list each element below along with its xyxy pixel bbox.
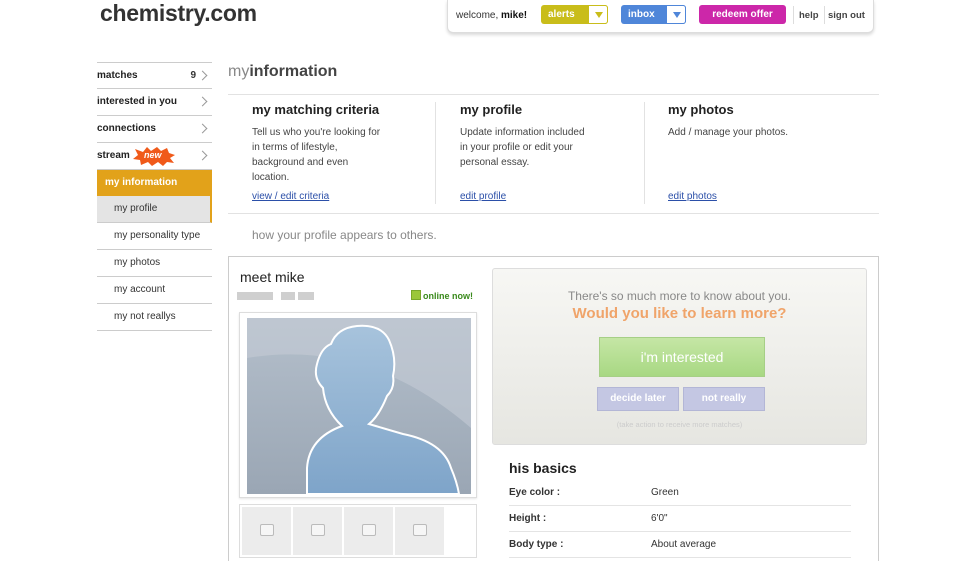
basics-key: Eye color : [509, 487, 561, 498]
online-indicator-icon [411, 290, 421, 300]
profile-name-heading: meet mike [240, 269, 305, 285]
sidebar-item-label: stream [97, 150, 130, 161]
inbox-button[interactable]: inbox [621, 5, 686, 24]
sidebar-subitem-my-not-reallys[interactable]: my not reallys [97, 304, 212, 331]
page-title: myinformation [228, 63, 338, 80]
divider [228, 213, 879, 214]
divider [793, 6, 794, 24]
sidebar-nav: matches 9 interested in you connections … [97, 62, 212, 331]
sidebar-item-label: matches [97, 70, 138, 81]
not-really-button[interactable]: not really [683, 387, 765, 411]
sidebar-subitem-my-profile[interactable]: my profile [97, 196, 212, 223]
basics-key: Body type : [509, 539, 564, 550]
online-status: online now! [411, 290, 473, 301]
sidebar-item-my-information[interactable]: my information [97, 170, 212, 196]
basics-heading: his basics [509, 460, 577, 476]
divider [228, 94, 879, 95]
sidebar-item-matches[interactable]: matches 9 [97, 62, 212, 89]
basics-value: Green [651, 487, 679, 498]
alerts-label: alerts [548, 9, 575, 20]
photo-thumbnail[interactable] [395, 507, 444, 555]
section-description: Update information included in your prof… [460, 127, 585, 168]
section-description: Tell us who you're looking for in terms … [252, 127, 381, 183]
my-profile-section: my profile Update information included i… [460, 102, 650, 202]
photo-thumbnails [239, 504, 477, 558]
sign-out-link[interactable]: sign out [828, 10, 865, 21]
photo-thumbnail[interactable] [293, 507, 342, 555]
alerts-button[interactable]: alerts [541, 5, 608, 24]
section-title: my photos [668, 102, 734, 117]
sidebar-item-label: connections [97, 123, 156, 134]
interest-prompt: There's so much more to know about you. [567, 289, 792, 303]
new-badge: new [133, 147, 175, 166]
basics-row-body-type: Body type : About average [509, 532, 851, 558]
divider [435, 102, 436, 204]
section-description: Add / manage your photos. [668, 127, 789, 138]
interest-question: Would you like to learn more? [572, 305, 787, 322]
interest-panel: There's so much more to know about you. … [492, 268, 867, 445]
chevron-right-icon [197, 70, 208, 81]
silhouette-icon [247, 318, 471, 494]
sidebar-item-interested-in-you[interactable]: interested in you [97, 89, 212, 116]
chevron-right-icon [197, 123, 208, 134]
inbox-dropdown-icon[interactable] [666, 5, 686, 24]
chevron-right-icon [197, 150, 208, 161]
basics-key: Height : [509, 513, 547, 524]
blurred-info [281, 292, 295, 300]
chevron-right-icon [197, 96, 208, 107]
blurred-info [298, 292, 314, 300]
sidebar-subitem-my-account[interactable]: my account [97, 277, 212, 304]
sidebar-item-stream[interactable]: stream new [97, 143, 212, 170]
basics-value: About average [651, 539, 717, 550]
preview-subheading: how your profile appears to others. [252, 228, 437, 242]
basics-row-height: Height : 6'0" [509, 506, 851, 532]
sidebar-subitem-my-photos[interactable]: my photos [97, 250, 212, 277]
sidebar-subitem-my-personality-type[interactable]: my personality type [97, 223, 212, 250]
interest-fine-print: (take action to receive more matches) [616, 420, 743, 429]
site-logo[interactable]: chemistry.com [100, 0, 257, 27]
divider [644, 102, 645, 204]
redeem-offer-button[interactable]: redeem offer [699, 5, 786, 24]
section-title: my matching criteria [252, 102, 380, 117]
profile-photo-frame[interactable] [239, 312, 477, 498]
photo-thumbnail[interactable] [242, 507, 291, 555]
basics-row-eye-color: Eye color : Green [509, 480, 851, 506]
matching-criteria-section: my matching criteria Tell us who you're … [252, 102, 442, 202]
profile-photo-placeholder [247, 318, 471, 494]
help-link[interactable]: help [799, 10, 819, 21]
blurred-info [237, 292, 273, 300]
alerts-dropdown-icon[interactable] [588, 5, 608, 24]
top-user-bar: welcome, mike! alerts inbox redeem offer… [447, 0, 874, 33]
my-photos-section: my photos Add / manage your photos. edit… [668, 102, 858, 202]
divider [824, 6, 825, 24]
sidebar-item-label: interested in you [97, 96, 178, 107]
sidebar-item-connections[interactable]: connections [97, 116, 212, 143]
section-title: my profile [460, 102, 523, 117]
view-edit-criteria-link[interactable]: view / edit criteria [252, 191, 329, 202]
inbox-label: inbox [628, 9, 655, 20]
decide-later-button[interactable]: decide later [597, 387, 679, 411]
edit-profile-link[interactable]: edit profile [460, 191, 506, 202]
username: mike! [501, 10, 528, 21]
welcome-text: welcome, mike! [456, 10, 528, 21]
edit-photos-link[interactable]: edit photos [668, 191, 717, 202]
im-interested-button[interactable]: i'm interested [599, 337, 765, 377]
basics-value: 6'0" [651, 513, 668, 524]
photo-thumbnail[interactable] [344, 507, 393, 555]
matches-count: 9 [190, 70, 196, 81]
